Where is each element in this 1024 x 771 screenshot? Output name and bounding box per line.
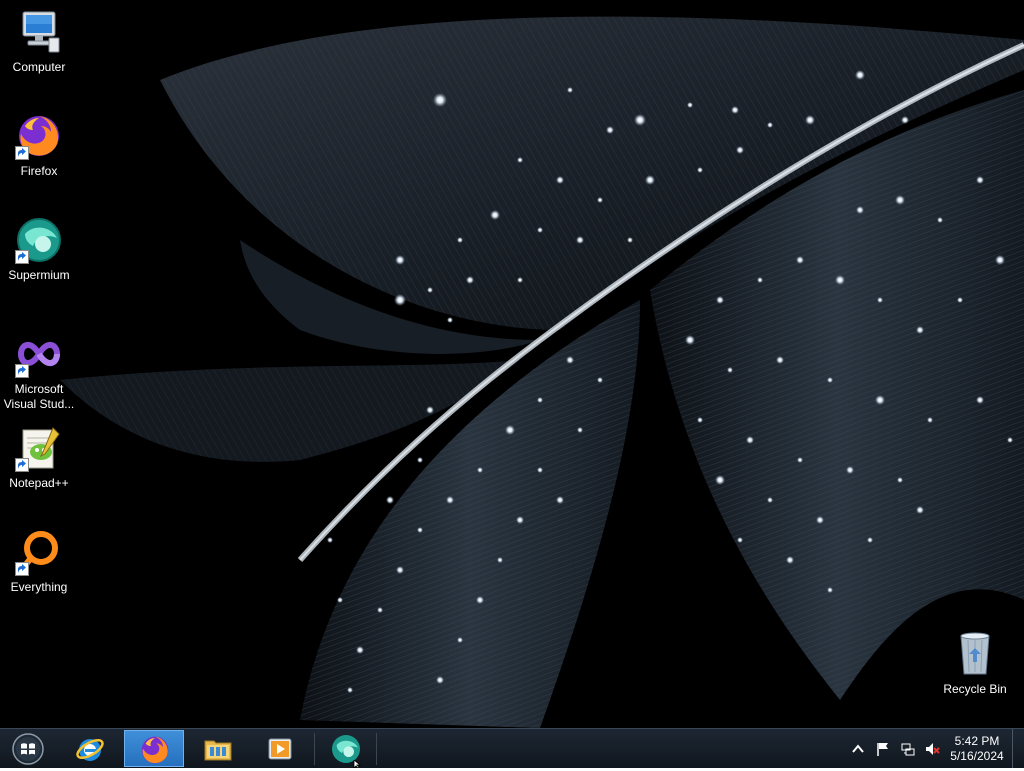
everything-icon	[15, 528, 63, 576]
recycle-bin-icon	[951, 630, 999, 678]
shortcut-arrow-icon	[15, 562, 29, 576]
shortcut-arrow-icon	[15, 250, 29, 264]
chevron-up-icon[interactable]	[850, 741, 866, 757]
ie-icon	[76, 739, 104, 761]
desktop-icon-label: Notepad++	[9, 476, 69, 490]
desktop[interactable]: Computer Firefox Supermium Microsoft Vis…	[0, 0, 1024, 728]
desktop-icon-visual-studio[interactable]: Microsoft Visual Stud...	[1, 330, 77, 412]
desktop-icon-recycle-bin[interactable]: Recycle Bin	[937, 630, 1013, 697]
windows-start-icon	[12, 733, 44, 765]
desktop-icon-label: Recycle Bin	[943, 682, 1007, 696]
taskbar-button-file-explorer[interactable]	[188, 730, 248, 767]
supermium-icon	[15, 216, 63, 264]
desktop-icon-supermium[interactable]: Supermium	[1, 216, 77, 283]
taskbar-button-supermium[interactable]	[316, 730, 376, 767]
folder-icon	[204, 740, 232, 761]
taskbar-separator	[314, 733, 315, 765]
desktop-icon-label-line1: Microsoft	[14, 382, 64, 396]
clock[interactable]: 5:42 PM 5/16/2024	[940, 734, 1014, 764]
firefox-icon	[15, 112, 63, 160]
computer-icon	[15, 8, 63, 56]
firefox-icon	[141, 736, 169, 764]
shortcut-arrow-icon	[15, 458, 29, 472]
flag-icon[interactable]	[875, 741, 891, 757]
desktop-icon-everything[interactable]: Everything	[1, 528, 77, 595]
show-desktop-button[interactable]	[1012, 729, 1024, 768]
volume-muted-icon[interactable]	[924, 741, 940, 757]
taskbar-button-media-player[interactable]	[250, 730, 310, 767]
desktop-icon-label: Supermium	[8, 268, 70, 282]
desktop-icon-label: Computer	[12, 60, 66, 74]
desktop-icon-firefox[interactable]: Firefox	[1, 112, 77, 179]
desktop-icon-notepadpp[interactable]: Notepad++	[1, 424, 77, 491]
desktop-icon-label-line2: Visual Stud...	[3, 397, 75, 411]
taskbar-button-internet-explorer[interactable]	[60, 730, 120, 767]
visual-studio-icon	[15, 330, 63, 378]
taskbar: 5:42 PM 5/16/2024	[0, 728, 1024, 768]
shortcut-arrow-icon	[15, 364, 29, 378]
wallpaper-image	[0, 0, 1024, 728]
mouse-cursor-icon	[353, 760, 362, 768]
notepadpp-icon	[15, 424, 63, 472]
taskbar-button-firefox[interactable]	[124, 730, 184, 767]
clock-time: 5:42 PM	[954, 734, 1000, 748]
network-icon[interactable]	[900, 741, 916, 757]
desktop-icon-label: Everything	[10, 580, 68, 594]
start-button[interactable]	[6, 732, 50, 766]
desktop-icon-computer[interactable]: Computer	[1, 8, 77, 75]
taskbar-separator	[376, 733, 377, 765]
shortcut-arrow-icon	[15, 146, 29, 160]
media-player-icon	[268, 738, 292, 760]
desktop-icon-label: Firefox	[20, 164, 58, 178]
clock-date: 5/16/2024	[950, 749, 1004, 763]
